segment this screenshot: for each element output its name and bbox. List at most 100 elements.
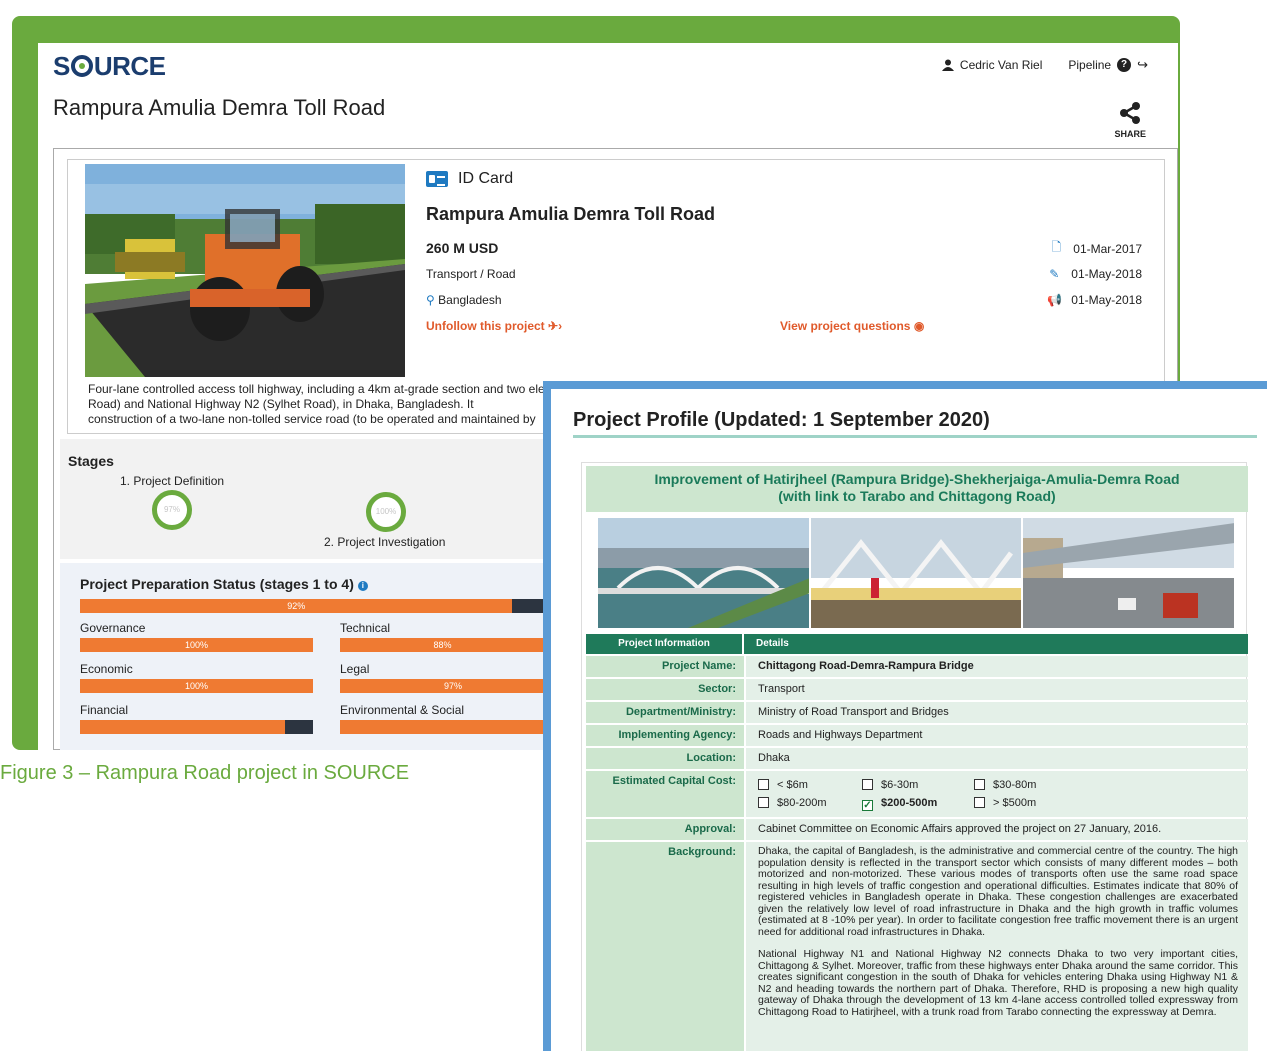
- legal-bar: 97%: [340, 679, 573, 693]
- date-edited-value: 01-May-2018: [1071, 267, 1142, 281]
- background-paragraph-1: Dhaka, the capital of Bangladesh, is the…: [758, 845, 1238, 938]
- figure-caption: Figure 3 – Rampura Road project in SOURC…: [0, 762, 410, 784]
- date-created: 🗋 01-Mar-2017: [1049, 238, 1142, 259]
- environmental-social-bar: [340, 720, 573, 734]
- background-key: Background:: [586, 842, 744, 1051]
- unfollow-link[interactable]: Unfollow this project ✈›: [426, 319, 562, 333]
- row-implementing-agency: Implementing Agency: Roads and Highways …: [586, 725, 1248, 746]
- governance-bar-fill: 100%: [80, 638, 313, 652]
- cost-option-label: $200-500m: [881, 797, 938, 809]
- date-edited: ✎ 01-May-2018: [1047, 267, 1142, 281]
- profile-header-line2: (with link to Tarabo and Chittagong Road…: [778, 488, 1056, 504]
- checkbox-icon[interactable]: [758, 779, 769, 790]
- bridge-photo-3: [1023, 518, 1235, 628]
- department-key: Department/Ministry:: [586, 702, 744, 723]
- share-label: SHARE: [1114, 129, 1146, 139]
- profile-header: Improvement of Hatirjheel (Rampura Bridg…: [586, 466, 1248, 512]
- cost-option[interactable]: $80-200m: [758, 797, 862, 811]
- logout-icon[interactable]: ↪: [1137, 57, 1148, 73]
- user-icon: [941, 59, 954, 71]
- financial-label: Financial: [80, 703, 129, 717]
- row-location: Location: Dhaka: [586, 748, 1248, 769]
- checked-box-icon[interactable]: ✓: [862, 800, 873, 811]
- row-project-name: Project Name: Chittagong Road-Demra-Ramp…: [586, 656, 1248, 677]
- cost-option[interactable]: $30-80m: [974, 779, 1094, 791]
- preparation-status-title: Project Preparation Status (stages 1 to …: [80, 576, 368, 592]
- view-questions-label: View project questions: [780, 319, 911, 333]
- user-name-link[interactable]: Cedric Van Riel: [960, 58, 1042, 72]
- project-photo: [85, 164, 405, 377]
- top-nav: Cedric Van Riel Pipeline ? ↪: [941, 57, 1148, 73]
- megaphone-icon: 📢: [1047, 293, 1063, 307]
- financial-bar: [80, 720, 313, 734]
- profile-title: Project Profile (Updated: 1 September 20…: [573, 409, 990, 431]
- economic-bar-fill: 100%: [80, 679, 313, 693]
- governance-label: Governance: [80, 621, 146, 635]
- pencil-icon: ✎: [1049, 267, 1060, 281]
- governance-bar: 100%: [80, 638, 313, 652]
- project-cost: 260 M USD: [426, 240, 499, 256]
- legal-bar-fill: 97%: [340, 679, 566, 693]
- share-icon: [1120, 102, 1141, 124]
- row-background: Background: Dhaka, the capital of Bangla…: [586, 842, 1248, 1051]
- row-approval: Approval: Cabinet Committee on Economic …: [586, 819, 1248, 840]
- department-value: Ministry of Road Transport and Bridges: [746, 702, 1248, 723]
- sector-key: Sector:: [586, 679, 744, 700]
- view-questions-link[interactable]: View project questions ◉: [780, 319, 924, 333]
- checkbox-icon[interactable]: [758, 797, 769, 808]
- location-key: Location:: [586, 748, 744, 769]
- approval-key: Approval:: [586, 819, 744, 840]
- column-header-info: Project Information: [586, 634, 742, 654]
- description-line3: construction of a two-lane non-tolled se…: [88, 412, 536, 426]
- stage-2-ring[interactable]: 100%: [366, 492, 406, 532]
- info-icon[interactable]: i: [357, 581, 368, 591]
- checkbox-icon[interactable]: [974, 797, 985, 808]
- row-sector: Sector: Transport: [586, 679, 1248, 700]
- project-location-label: Bangladesh: [438, 293, 502, 307]
- date-announced: 📢 01-May-2018: [1047, 293, 1142, 307]
- cost-option-label: $30-80m: [993, 779, 1037, 791]
- economic-bar: 100%: [80, 679, 313, 693]
- row-department: Department/Ministry: Ministry of Road Tr…: [586, 702, 1248, 723]
- cost-option[interactable]: < $6m: [758, 779, 862, 791]
- unfollow-icon: ✈›: [548, 319, 563, 333]
- sector-value: Transport: [746, 679, 1248, 700]
- cost-option[interactable]: ✓ $200-500m: [862, 797, 974, 811]
- capital-cost-value: < $6m $6-30m $30-80m $80-200m ✓ $200-500m > $5…: [746, 771, 1248, 817]
- checkbox-icon[interactable]: [974, 779, 985, 790]
- project-name-value: Chittagong Road-Demra-Rampura Bridge: [746, 656, 1248, 677]
- cost-option-label: < $6m: [777, 779, 808, 791]
- pipeline-link[interactable]: Pipeline: [1068, 58, 1111, 72]
- help-icon[interactable]: ?: [1117, 58, 1132, 72]
- share-button[interactable]: SHARE: [1114, 101, 1146, 139]
- cost-option[interactable]: > $500m: [974, 797, 1094, 811]
- project-profile-window: Project Profile (Updated: 1 September 20…: [543, 381, 1267, 1051]
- preparation-status-title-text: Project Preparation Status (stages 1 to …: [80, 576, 354, 592]
- map-pin-icon: ⚲: [426, 293, 435, 307]
- checkbox-icon[interactable]: [862, 779, 873, 790]
- source-logo[interactable]: S URCE: [53, 51, 166, 82]
- project-location: ⚲ Bangladesh: [426, 293, 502, 307]
- approval-value: Cabinet Committee on Economic Affairs ap…: [746, 819, 1248, 840]
- page-title: Rampura Amulia Demra Toll Road: [53, 95, 386, 120]
- background-paragraph-2: National Highway N1 and National Highway…: [758, 948, 1238, 1018]
- environmental-social-bar-fill: [340, 720, 560, 734]
- id-card-heading-label: ID Card: [458, 170, 514, 187]
- stage-1-ring[interactable]: 97%: [152, 490, 192, 530]
- overall-preparation-bar: 92%: [80, 599, 550, 613]
- profile-photo-strip: [598, 518, 1235, 628]
- row-capital-cost: Estimated Capital Cost: < $6m $6-30m $30-8…: [586, 771, 1248, 817]
- legal-label: Legal: [340, 662, 370, 676]
- cost-option-label: $6-30m: [881, 779, 919, 791]
- title-divider: [573, 435, 1257, 438]
- eye-icon: ◉: [913, 319, 925, 333]
- stages-title: Stages: [68, 453, 114, 469]
- file-icon: 🗋: [1051, 240, 1062, 254]
- bridge-photo-2: [810, 518, 1022, 628]
- project-name: Rampura Amulia Demra Toll Road: [426, 204, 716, 224]
- stage-1-label: 1. Project Definition: [120, 474, 225, 488]
- technical-label: Technical: [340, 621, 391, 635]
- cost-option[interactable]: $6-30m: [862, 779, 974, 791]
- id-card-icon: [426, 171, 448, 187]
- financial-bar-fill: [80, 720, 286, 734]
